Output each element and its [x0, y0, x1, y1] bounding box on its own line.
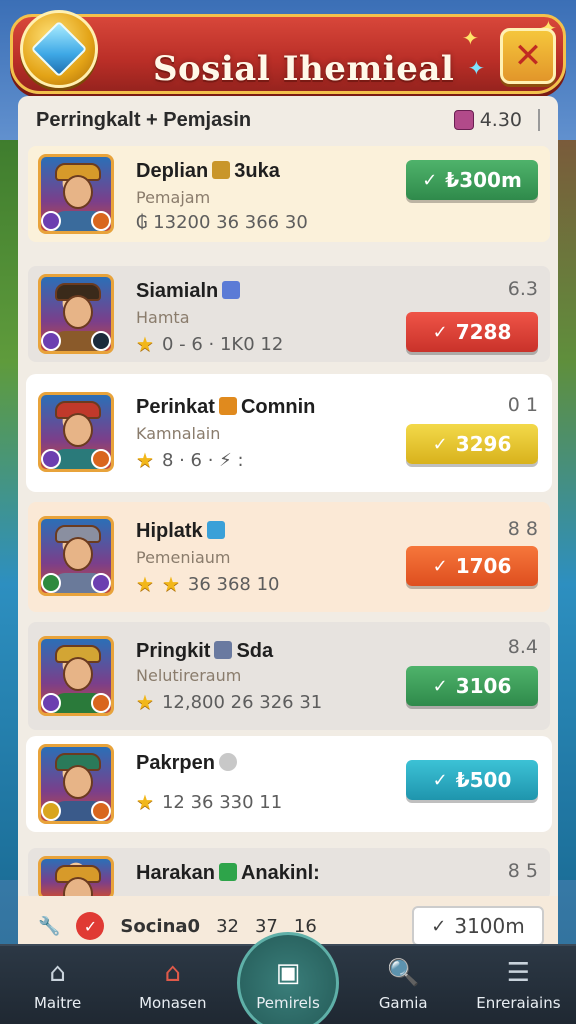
player-rank: 8 5	[507, 860, 538, 882]
star-icon: ★	[136, 448, 154, 472]
nav-social[interactable]: ☰ Enreraiains	[461, 946, 576, 1024]
summary-value-1: 32	[216, 915, 239, 937]
player-name: Perinkat Comnin	[136, 396, 316, 418]
player-avatar	[38, 516, 114, 596]
player-avatar	[38, 856, 114, 900]
leaderboard-panel: Perringkalt + Pemjasin 4.30 Deplian 3uka …	[18, 96, 558, 956]
player-stats: ★ ★ 36 368 10	[136, 572, 280, 596]
player-avatar	[38, 154, 114, 234]
wrench-icon: 🔧	[38, 915, 61, 937]
gem-icon	[206, 521, 225, 539]
box-icon	[214, 641, 233, 659]
leaderboard-row[interactable]: Pringkit Sda Nelutireraum ★ 12,800 26 326 …	[28, 622, 550, 730]
leaderboard-row[interactable]: Pakrpen ★ 12 36 330 11 ✓ ₺500	[28, 738, 550, 830]
divider	[538, 109, 540, 131]
check-badge-icon: ✓	[76, 912, 105, 940]
leaderboard-title: Perringkalt + Pemjasin	[36, 108, 252, 131]
nav-label: Maitre	[33, 994, 82, 1012]
gem-icon	[20, 10, 98, 88]
shop-icon: ⌂	[164, 958, 182, 988]
player-stats: ★ 12 36 330 11	[136, 790, 283, 814]
page-title: Sosial Ihemieal	[153, 49, 455, 89]
star-icon: ★	[161, 572, 180, 596]
player-subtitle: Nelutireraum	[136, 666, 242, 685]
calendar-icon: ▣	[275, 958, 301, 988]
check-icon: ✓	[432, 433, 448, 455]
claim-button[interactable]: ✓ ₺300m	[406, 160, 538, 200]
leaderboard-header: Perringkalt + Pemjasin 4.30	[18, 96, 558, 144]
player-avatar	[38, 392, 114, 472]
summary-button[interactable]: ✓ 3100m	[412, 906, 544, 946]
gem-icon	[218, 863, 237, 881]
star-icon: ★	[136, 690, 154, 714]
claim-button[interactable]: ✓ 3106	[406, 666, 538, 706]
player-subtitle: Hamta	[136, 308, 190, 327]
player-stats: ₲ 13200 36 366 30	[136, 212, 308, 233]
player-rank: 8 8	[507, 518, 538, 540]
player-subtitle: Pemajam	[136, 188, 211, 207]
check-icon: ✓	[431, 915, 447, 937]
player-name: Harakan Anakinl:	[136, 862, 320, 884]
dice-icon	[453, 110, 474, 130]
player-name: Siamialn	[136, 280, 244, 303]
nav-label: Enreraiains	[476, 994, 561, 1012]
check-icon: ✓	[432, 769, 448, 791]
player-subtitle: Kamnalain	[136, 424, 221, 443]
home-icon: ⌂	[49, 958, 66, 988]
star-icon: ★	[136, 332, 154, 356]
check-icon: ✓	[432, 555, 448, 577]
claim-button[interactable]: ✓ 1706	[406, 546, 538, 586]
player-rank: 6.3	[507, 278, 538, 300]
close-button[interactable]: ✕	[500, 28, 556, 84]
player-name: Pakrpen	[136, 752, 241, 775]
star-icon: ★	[136, 572, 154, 596]
player-rank: 8.4	[507, 636, 538, 658]
player-name: Pringkit Sda	[136, 640, 274, 662]
leaderboard-row[interactable]: Deplian 3uka Pemajam ₲ 13200 36 366 30 ✓ ₺…	[28, 146, 550, 242]
sparkle-icon: ✦	[462, 26, 479, 50]
player-avatar	[38, 274, 114, 354]
claim-button[interactable]: ✓ 7288	[406, 312, 538, 352]
player-name: Deplian 3uka	[136, 160, 280, 182]
nav-label: Monasen	[139, 994, 207, 1012]
check-icon: ✓	[432, 321, 448, 343]
claim-button[interactable]: ✓ ₺500	[406, 760, 538, 800]
nav-label: Gamia	[378, 994, 428, 1012]
summary-label: Socina0	[120, 915, 201, 937]
player-stats: ★ 12,800 26 326 31	[136, 690, 323, 714]
sparkle-icon: ✦	[468, 56, 485, 80]
bottom-nav: ⌂ Maitre ⌂ Monasen ▣ Pemirels 🔍 Gamia ☰ …	[0, 944, 576, 1024]
chest-icon	[218, 397, 237, 415]
nav-home[interactable]: ⌂ Maitre	[0, 946, 115, 1024]
star-icon: ★	[136, 790, 154, 814]
player-avatar	[38, 636, 114, 716]
close-icon: ✕	[513, 36, 543, 76]
leaderboard-row[interactable]: Hiplatk Pemeniaum ★ ★ 36 368 10 8 8 ✓ 1706	[28, 502, 550, 612]
leaderboard-row[interactable]: Harakan Anakinl: 8 5	[28, 848, 550, 900]
gem-icon	[222, 281, 241, 299]
nav-events[interactable]: ▣ Pemirels	[230, 946, 345, 1024]
player-rank: 0 1	[507, 394, 538, 416]
player-avatar	[38, 744, 114, 824]
player-name: Hiplatk	[136, 520, 229, 543]
nav-label: Pemirels	[256, 994, 320, 1012]
player-stats: ★ 0 - 6 · 1K0 12	[136, 332, 284, 356]
header-value: 4.30	[479, 109, 522, 131]
search-icon: 🔍	[387, 958, 420, 988]
group-icon: ☰	[506, 958, 531, 988]
player-stats: ★ 8 · 6 · ⚡ :	[136, 448, 244, 472]
player-subtitle: Pemeniaum	[136, 548, 231, 567]
coin-icon	[218, 753, 237, 771]
leaderboard-row[interactable]: Perinkat Comnin Kamnalain ★ 8 · 6 · ⚡ : 0 …	[28, 376, 550, 490]
leaderboard-row[interactable]: Siamialn Hamta ★ 0 - 6 · 1K0 12 6.3 ✓ 7288	[28, 266, 550, 362]
nav-shop[interactable]: ⌂ Monasen	[115, 946, 230, 1024]
claim-button[interactable]: ✓ 3296	[406, 424, 538, 464]
chest-icon	[212, 161, 231, 179]
nav-search[interactable]: 🔍 Gamia	[346, 946, 461, 1024]
check-icon: ✓	[422, 169, 438, 191]
check-icon: ✓	[432, 675, 448, 697]
